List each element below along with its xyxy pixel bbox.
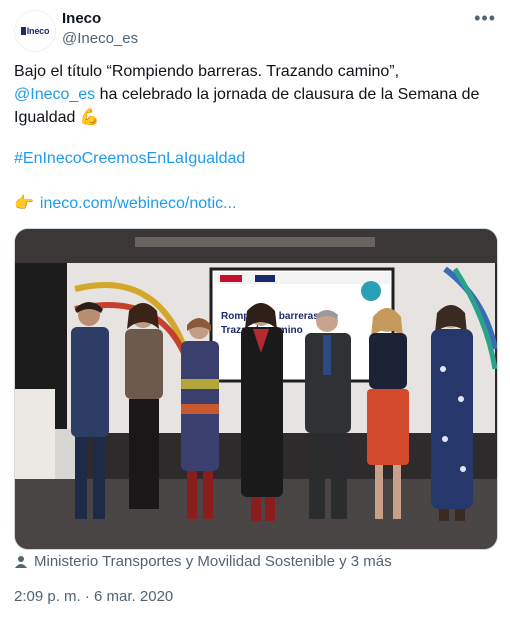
tweet-text: Bajo el título “Rompiendo barreras. Traz… bbox=[14, 60, 496, 129]
tagged-people[interactable]: Ministerio Transportes y Movilidad Soste… bbox=[14, 553, 392, 570]
author-handle[interactable]: @Ineco_es bbox=[62, 30, 138, 47]
mention-link[interactable]: @Ineco_es bbox=[14, 86, 95, 103]
hashtag-link[interactable]: #EnInecoCreemosEnLaIgualdad bbox=[14, 150, 245, 168]
more-options-icon[interactable]: ••• bbox=[474, 8, 496, 29]
person-tag-icon bbox=[15, 555, 27, 568]
avatar[interactable]: Ineco bbox=[14, 10, 56, 52]
logo-mark bbox=[20, 27, 26, 35]
timestamp[interactable]: 2:09 p. m. · 6 mar. 2020 bbox=[14, 588, 173, 605]
author-name[interactable]: Ineco bbox=[62, 10, 101, 27]
flexed-biceps-icon: 💪 bbox=[79, 109, 100, 126]
avatar-text: Ineco bbox=[26, 26, 50, 36]
url-link[interactable]: ineco.com/webineco/notic... bbox=[40, 195, 237, 212]
photo-illustration: Rompiendo barreras. Trazando camino bbox=[15, 229, 497, 549]
tagged-people-text: Ministerio Transportes y Movilidad Soste… bbox=[34, 553, 392, 570]
tweet-header: Ineco Ineco @Ineco_es ••• bbox=[14, 8, 496, 52]
pointing-hand-icon: 👉 bbox=[14, 195, 34, 212]
tweet-photo[interactable]: Rompiendo barreras. Trazando camino bbox=[14, 228, 498, 550]
tweet-line-1: Bajo el título “Rompiendo barreras. Traz… bbox=[14, 63, 400, 80]
tweet-line-2: @Ineco_es ha celebrado la jornada de cla… bbox=[14, 83, 496, 129]
url-line: 👉 ineco.com/webineco/notic... bbox=[14, 193, 236, 213]
